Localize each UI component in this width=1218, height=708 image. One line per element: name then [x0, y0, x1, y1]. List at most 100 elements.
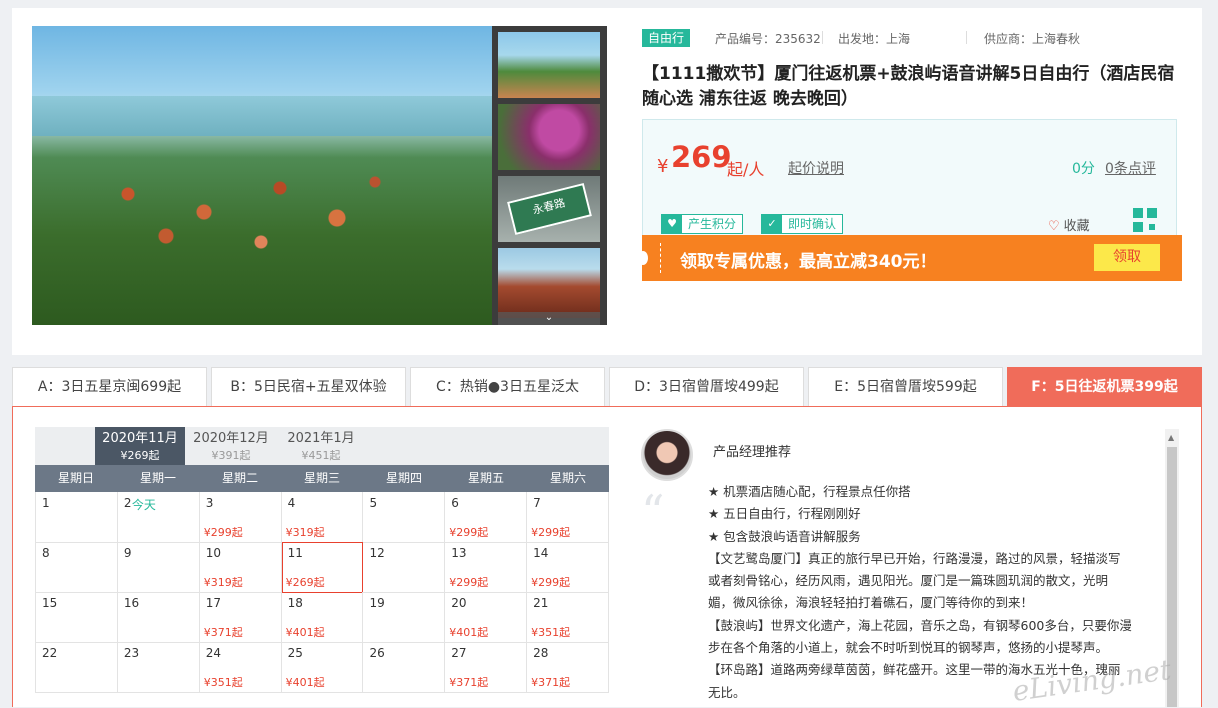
supplier: 供应商：上海春秋 — [984, 32, 1081, 46]
tab-package-c[interactable]: C：热销●3日五星泛太 — [410, 367, 605, 406]
tab-package-f[interactable]: F：5日往返机票399起 — [1007, 367, 1202, 406]
calendar-week-row: 1 2 今天 3 ¥299起 4 ¥319起 5 6 ¥299起 7 ¥299起 — [35, 492, 610, 543]
favorite-button[interactable]: ♡ 收藏 — [1048, 215, 1090, 234]
calendar-day-15: 15 — [35, 592, 118, 643]
recommend-line: 【鼓浪屿】世界文化遗产，海上花园，音乐之岛，有钢琴600多台，只要你漫 — [708, 617, 1132, 633]
calendar-day-10[interactable]: 10 ¥319起 — [199, 542, 282, 593]
weekday-header: 星期日 星期一 星期二 星期三 星期四 星期五 星期六 — [35, 465, 609, 492]
check-icon: ✓ — [762, 215, 782, 233]
thumbnail-4[interactable] — [498, 248, 600, 318]
thumbnail-strip: 永春路 ⌄ — [492, 26, 607, 325]
tab-package-b[interactable]: B：5日民宿+五星双体验 — [211, 367, 406, 406]
calendar-week-row: 8 9 10 ¥319起 11 ¥269起 12 13 ¥299起 14 ¥299起 — [35, 542, 610, 593]
day-price: ¥299起 — [203, 526, 243, 539]
calendar-week-row: 22 23 24 ¥351起 25 ¥401起 26 27 ¥371起 28 ¥371起 — [35, 642, 610, 693]
day-number: 19 — [369, 596, 385, 610]
recommend-line: 【文艺鹭岛厦门】真正的旅行早已开始，行路漫漫，路过的风景，轻描淡写 — [708, 550, 1121, 566]
meta-divider — [822, 31, 823, 44]
calendar-day-27[interactable]: 27 ¥371起 — [445, 642, 528, 693]
calendar-day-28[interactable]: 28 ¥371起 — [527, 642, 610, 693]
day-price: ¥299起 — [531, 576, 571, 589]
calendar-day-6[interactable]: 6 ¥299起 — [445, 492, 528, 543]
day-number: 4 — [287, 496, 296, 510]
day-number: 11 — [287, 546, 303, 560]
calendar-day-14[interactable]: 14 ¥299起 — [527, 542, 610, 593]
thumbnail-3[interactable]: 永春路 — [498, 176, 600, 242]
day-price: ¥371起 — [449, 676, 489, 689]
recommend-line: 或者刻骨铭心，经历风雨，遇见阳光。厦门是一篇珠圆玑润的散文，光明 — [708, 573, 1109, 589]
review-score: 0分 — [1072, 161, 1095, 177]
calendar-day-18[interactable]: 18 ¥401起 — [281, 592, 364, 643]
thumbnail-1[interactable] — [498, 32, 600, 98]
weekday-label: 星期六 — [549, 471, 586, 485]
calendar-day-26: 26 — [363, 642, 446, 693]
qr-code-icon[interactable] — [1133, 208, 1157, 232]
calendar-day-21[interactable]: 21 ¥351起 — [527, 592, 610, 643]
day-number: 22 — [42, 646, 58, 660]
day-price: ¥319起 — [285, 526, 325, 539]
photo-sea — [32, 96, 492, 136]
weekday-label: 星期三 — [303, 471, 340, 485]
month-label: 2020年12月 — [193, 431, 269, 446]
recommend-line: 媚，微风徐徐，海浪轻轻拍打着礁石，厦门等待你的到来！ — [708, 595, 1034, 611]
product-code: 产品编号：235632 — [715, 32, 821, 46]
weekday-label: 星期二 — [221, 471, 258, 485]
package-tabs: A：3日五星京闽699起 B：5日民宿+五星双体验 C：热销●3日五星泛太 D：… — [12, 367, 1202, 407]
street-sign: 永春路 — [507, 182, 592, 236]
calendar-day-25[interactable]: 25 ¥401起 — [281, 642, 364, 693]
day-number: 20 — [451, 596, 467, 610]
main-product-photo[interactable] — [32, 26, 492, 325]
recommend-line: ★ 五日自由行，行程刚刚好 — [708, 506, 861, 522]
recommend-line: 步在各个角落的小道上，就会不时听到悦耳的钢琴声，悠扬的小提琴声。 — [708, 640, 1109, 656]
day-price: ¥319起 — [203, 576, 243, 589]
day-number: 10 — [205, 546, 221, 560]
day-price: ¥299起 — [449, 576, 489, 589]
day-number: 9 — [123, 546, 132, 560]
day-number: 2 — [123, 496, 132, 510]
calendar-day-11[interactable]: 11 ¥269起 — [281, 542, 364, 593]
instant-confirm-badge: ✓ 即时确认 — [761, 214, 844, 234]
month-tab-2020-12[interactable]: 2020年12月 ¥391起 — [187, 427, 275, 465]
day-price: ¥401起 — [449, 626, 489, 639]
day-number: 3 — [205, 496, 214, 510]
thumbnail-2[interactable] — [498, 104, 600, 170]
calendar-day-3[interactable]: 3 ¥299起 — [199, 492, 282, 543]
reviews-link[interactable]: 0条点评 — [1105, 158, 1156, 178]
price-explain-link[interactable]: 起价说明 — [788, 158, 844, 178]
day-number: 5 — [369, 496, 378, 510]
day-price: ¥351起 — [203, 676, 243, 689]
product-title: 【1111撒欢节】厦门往返机票+鼓浪屿语音讲解5日自由行（酒店民宿随心选 浦东往… — [642, 64, 1175, 109]
calendar-day-23: 23 — [117, 642, 200, 693]
calendar-day-20[interactable]: 20 ¥401起 — [445, 592, 528, 643]
day-price: ¥371起 — [531, 676, 571, 689]
month-tab-2021-01[interactable]: 2021年1月 ¥451起 — [279, 427, 363, 465]
tab-package-e[interactable]: E：5日宿曾厝垵599起 — [808, 367, 1003, 406]
month-label: 2021年1月 — [287, 431, 355, 446]
calendar-day-17[interactable]: 17 ¥371起 — [199, 592, 282, 643]
tab-package-d[interactable]: D：3日宿曾厝垵499起 — [609, 367, 804, 406]
month-price: ¥391起 — [211, 449, 251, 462]
day-number: 25 — [287, 646, 303, 660]
promo-text: 领取专属优惠，最高立减340元！ — [680, 252, 937, 272]
day-number: 23 — [123, 646, 140, 660]
package-content-panel: 2020年11月 ¥269起 2020年12月 ¥391起 2021年1月 ¥4… — [12, 406, 1202, 707]
calendar-day-13[interactable]: 13 ¥299起 — [445, 542, 528, 593]
day-number: 24 — [205, 646, 221, 660]
calendar-day-4[interactable]: 4 ¥319起 — [281, 492, 364, 543]
claim-coupon-button[interactable]: 领取 — [1094, 244, 1160, 271]
tab-package-a[interactable]: A：3日五星京闽699起 — [12, 367, 207, 406]
calendar-day-24[interactable]: 24 ¥351起 — [199, 642, 282, 693]
day-price: ¥299起 — [449, 526, 489, 539]
favorite-label: 收藏 — [1063, 219, 1090, 234]
month-price: ¥451起 — [301, 449, 341, 462]
chevron-down-icon[interactable]: ⌄ — [498, 312, 600, 325]
day-number: 14 — [533, 546, 549, 560]
day-number: 18 — [287, 596, 303, 610]
scroll-up-icon[interactable]: ▲ — [1168, 433, 1174, 442]
calendar-day-7[interactable]: 7 ¥299起 — [527, 492, 610, 543]
month-tab-2020-11[interactable]: 2020年11月 ¥269起 — [95, 427, 185, 465]
today-label: 今天 — [131, 498, 156, 512]
calendar-day-16: 16 — [117, 592, 200, 643]
photo-rooftops — [52, 146, 432, 266]
recommend-line: ★ 包含鼓浪屿语音讲解服务 — [708, 528, 861, 544]
